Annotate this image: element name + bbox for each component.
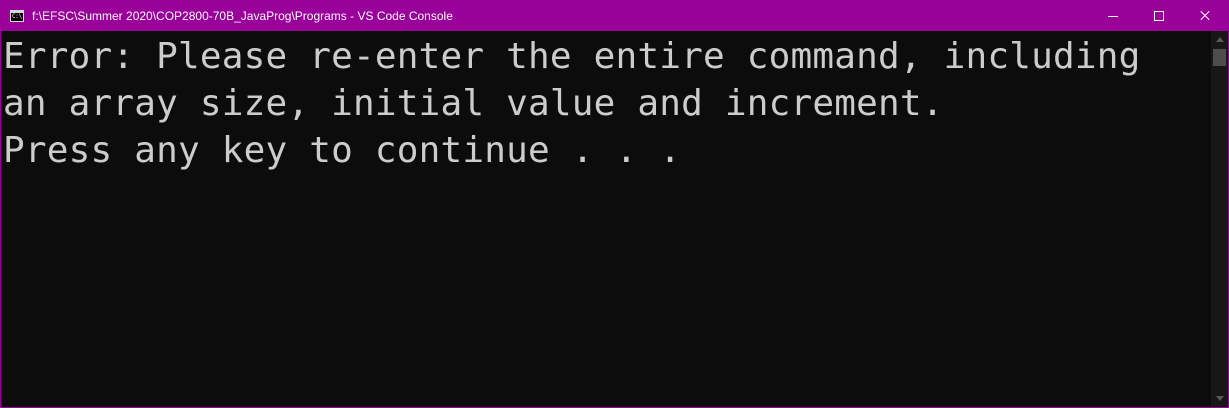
vertical-scrollbar[interactable] — [1211, 31, 1228, 407]
console-line-error: Error: Please re-enter the entire comman… — [3, 36, 1141, 77]
scroll-up-arrow-icon[interactable] — [1211, 31, 1228, 48]
title-bar[interactable]: C:\. f:\EFSC\Summer 2020\COP2800-70B_Jav… — [1, 1, 1228, 31]
scroll-thumb[interactable] — [1213, 49, 1226, 66]
minimize-button[interactable] — [1090, 1, 1136, 31]
console-icon[interactable]: C:\. — [10, 10, 26, 22]
minimize-icon — [1108, 15, 1118, 17]
maximize-button[interactable] — [1136, 1, 1182, 31]
scroll-down-arrow-icon[interactable] — [1211, 390, 1228, 407]
console-line-details: an array size, initial value and increme… — [3, 83, 944, 124]
console-window: C:\. f:\EFSC\Summer 2020\COP2800-70B_Jav… — [0, 0, 1229, 408]
close-button[interactable] — [1182, 1, 1228, 31]
console-icon-label: C:\. — [12, 13, 26, 20]
maximize-icon — [1154, 11, 1164, 21]
window-title: f:\EFSC\Summer 2020\COP2800-70B_JavaProg… — [32, 9, 453, 23]
close-icon — [1199, 10, 1211, 22]
console-line-prompt: Press any key to continue . . . — [3, 130, 682, 171]
console-output[interactable]: Error: Please re-enter the entire comman… — [1, 31, 1211, 407]
